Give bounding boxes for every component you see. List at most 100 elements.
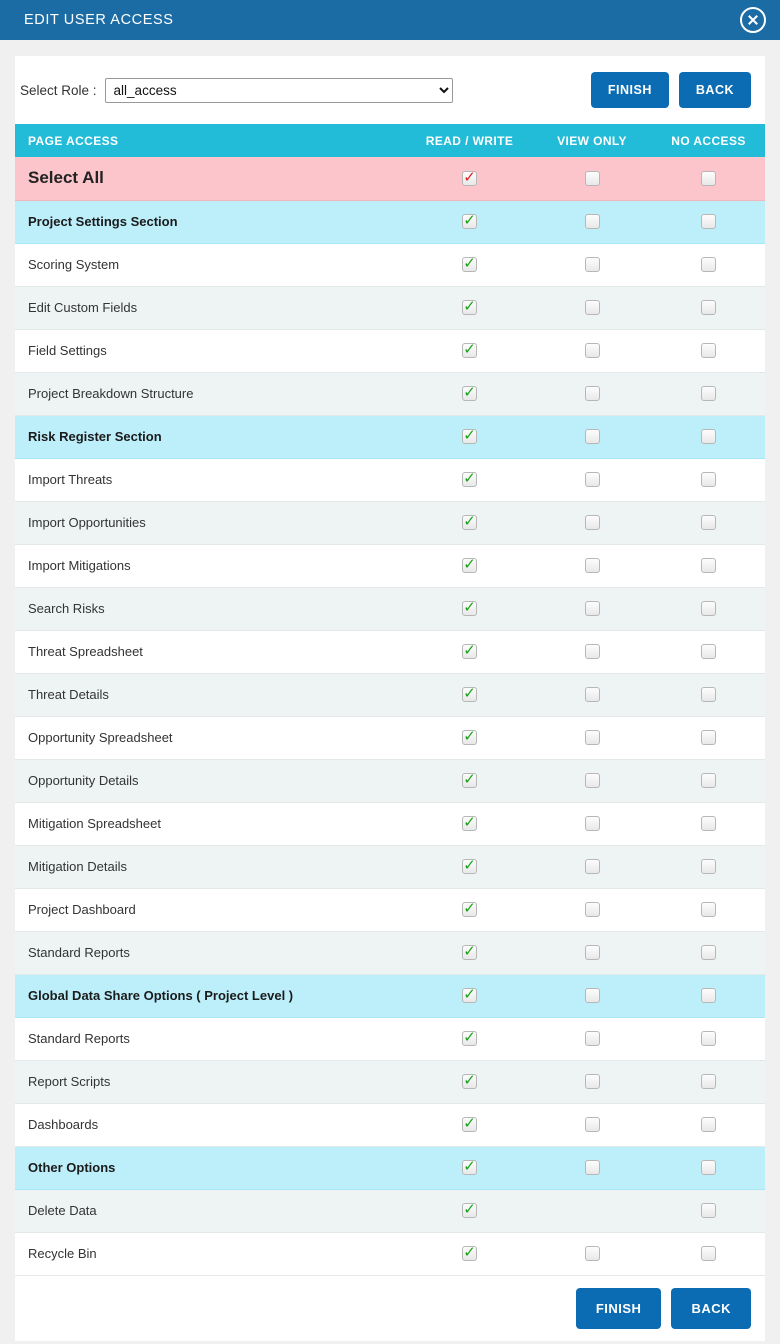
checkbox-no-access[interactable] <box>701 385 716 401</box>
cell-checkbox-no-access <box>652 544 765 588</box>
checkbox-read-write[interactable] <box>462 1030 477 1046</box>
cell-checkbox-no-access <box>652 931 765 975</box>
checkbox-no-access[interactable] <box>701 1116 716 1132</box>
checkbox-read-write[interactable] <box>462 557 477 573</box>
checkbox-view-only[interactable] <box>584 815 600 831</box>
checkbox-no-access[interactable] <box>701 557 716 573</box>
checkbox-view-only[interactable] <box>584 428 600 444</box>
checkbox-view-only[interactable] <box>584 299 600 315</box>
checkbox-view-only[interactable] <box>584 1030 600 1046</box>
checkbox-view-only[interactable] <box>584 1159 600 1175</box>
back-button-bottom[interactable]: BACK <box>671 1287 751 1329</box>
table-row: Project Breakdown Structure <box>15 372 765 416</box>
checkbox-read-write[interactable] <box>462 514 477 530</box>
checkbox-no-access[interactable] <box>701 729 716 745</box>
checkbox-read-write[interactable] <box>462 815 477 831</box>
checkbox-no-access[interactable] <box>701 686 716 702</box>
checkbox-read-write[interactable] <box>462 772 477 788</box>
checkbox-view-only[interactable] <box>584 858 600 874</box>
row-label: Mitigation Details <box>15 845 407 889</box>
checkbox-no-access[interactable] <box>701 901 716 917</box>
checkbox-no-access[interactable] <box>701 256 716 272</box>
cell-checkbox-no-access <box>652 1017 765 1061</box>
checkbox-view-only[interactable] <box>584 471 600 487</box>
checkbox-no-access[interactable] <box>701 514 716 530</box>
table-row: Standard Reports <box>15 1017 765 1061</box>
checkbox-view-only[interactable] <box>584 342 600 358</box>
checkbox-no-access[interactable] <box>701 1202 716 1218</box>
checkbox-no-access[interactable] <box>701 643 716 659</box>
checkbox-view-only[interactable] <box>584 944 600 960</box>
checkbox-view-only[interactable] <box>584 772 600 788</box>
checkbox-view-only[interactable] <box>584 686 600 702</box>
row-label: Import Mitigations <box>15 544 407 588</box>
checkbox-read-write[interactable] <box>462 686 477 702</box>
table-row: Import Opportunities <box>15 501 765 545</box>
checkbox-no-access[interactable] <box>701 428 716 444</box>
checkbox-read-write[interactable] <box>462 1116 477 1132</box>
checkbox-read-write[interactable] <box>462 600 477 616</box>
cell-checkbox-view-only <box>532 587 652 631</box>
cell-checkbox-no-access <box>652 1189 765 1233</box>
checkbox-view-only[interactable] <box>584 256 600 272</box>
checkbox-no-access[interactable] <box>701 213 716 229</box>
checkbox-no-access[interactable] <box>701 1245 716 1261</box>
back-button-top[interactable]: BACK <box>678 72 751 108</box>
checkbox-no-access[interactable] <box>701 342 716 358</box>
finish-button-top[interactable]: FINISH <box>590 72 669 108</box>
checkbox-read-write[interactable] <box>462 428 477 444</box>
checkbox-view-only[interactable] <box>584 987 600 1003</box>
checkbox-view-only[interactable] <box>584 557 600 573</box>
checkbox-read-write[interactable] <box>462 170 477 186</box>
checkbox-no-access[interactable] <box>701 858 716 874</box>
checkbox-no-access[interactable] <box>701 987 716 1003</box>
close-icon[interactable] <box>740 7 766 33</box>
checkbox-view-only[interactable] <box>584 170 600 186</box>
checkbox-view-only[interactable] <box>584 901 600 917</box>
checkbox-no-access[interactable] <box>701 1159 716 1175</box>
checkbox-read-write[interactable] <box>462 643 477 659</box>
checkbox-no-access[interactable] <box>701 1073 716 1089</box>
checkbox-no-access[interactable] <box>701 299 716 315</box>
table-row: Global Data Share Options ( Project Leve… <box>15 974 765 1018</box>
checkbox-read-write[interactable] <box>462 901 477 917</box>
checkbox-view-only[interactable] <box>584 514 600 530</box>
checkbox-view-only[interactable] <box>584 1073 600 1089</box>
checkbox-no-access[interactable] <box>701 815 716 831</box>
checkbox-view-only[interactable] <box>584 729 600 745</box>
cell-checkbox-view-only <box>532 802 652 846</box>
checkbox-view-only[interactable] <box>584 1245 600 1261</box>
checkbox-read-write[interactable] <box>462 213 477 229</box>
checkbox-no-access[interactable] <box>701 772 716 788</box>
checkbox-view-only[interactable] <box>584 213 600 229</box>
checkbox-view-only[interactable] <box>584 1116 600 1132</box>
finish-button-bottom[interactable]: FINISH <box>575 1287 662 1329</box>
row-label: Report Scripts <box>15 1060 407 1104</box>
checkbox-read-write[interactable] <box>462 1073 477 1089</box>
checkbox-read-write[interactable] <box>462 729 477 745</box>
checkbox-no-access[interactable] <box>701 600 716 616</box>
checkbox-no-access[interactable] <box>701 1030 716 1046</box>
checkbox-read-write[interactable] <box>462 1159 477 1175</box>
checkbox-view-only[interactable] <box>584 643 600 659</box>
checkbox-read-write[interactable] <box>462 342 477 358</box>
checkbox-view-only[interactable] <box>584 600 600 616</box>
checkbox-no-access[interactable] <box>701 170 716 186</box>
checkbox-view-only[interactable] <box>584 385 600 401</box>
checkbox-read-write[interactable] <box>462 256 477 272</box>
checkbox-no-access[interactable] <box>701 944 716 960</box>
checkbox-read-write[interactable] <box>462 471 477 487</box>
row-label: Import Opportunities <box>15 501 407 545</box>
checkbox-read-write[interactable] <box>462 858 477 874</box>
checkbox-read-write[interactable] <box>462 299 477 315</box>
row-label: Mitigation Spreadsheet <box>15 802 407 846</box>
checkbox-read-write[interactable] <box>462 1245 477 1261</box>
checkbox-no-access[interactable] <box>701 471 716 487</box>
select-role-dropdown[interactable]: all_access <box>104 77 453 103</box>
checkbox-read-write[interactable] <box>462 944 477 960</box>
checkbox-read-write[interactable] <box>462 987 477 1003</box>
checkbox-read-write[interactable] <box>462 385 477 401</box>
cell-checkbox-view-only <box>532 888 652 932</box>
table-row: Project Dashboard <box>15 888 765 932</box>
checkbox-read-write[interactable] <box>462 1202 477 1218</box>
